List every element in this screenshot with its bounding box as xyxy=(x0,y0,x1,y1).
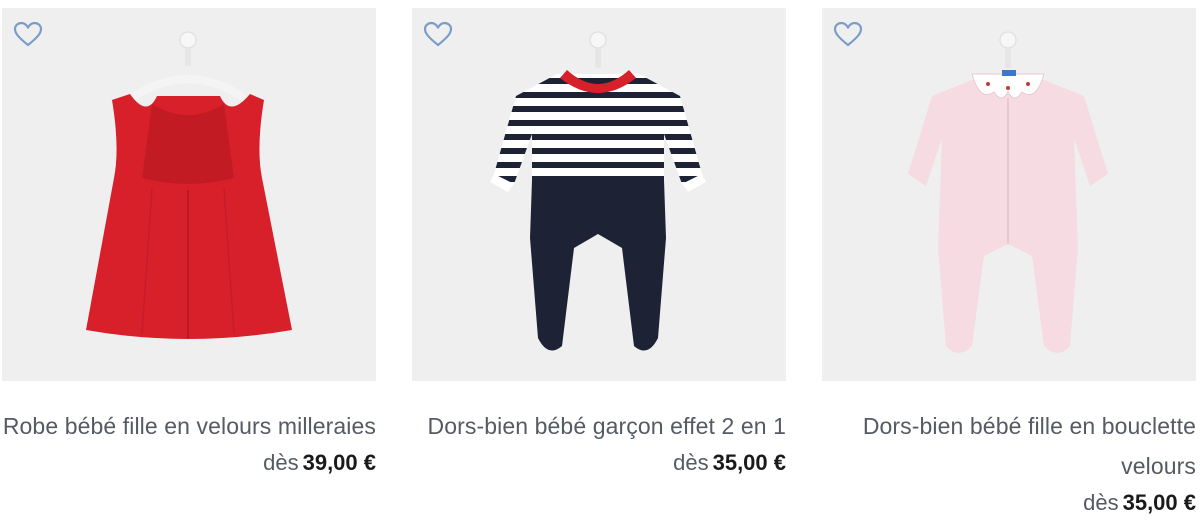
product-image[interactable] xyxy=(412,8,786,381)
product-image[interactable] xyxy=(2,8,376,381)
price-prefix: dès xyxy=(673,450,709,475)
price-amount: 35,00 € xyxy=(1122,490,1196,515)
heart-outline-icon[interactable] xyxy=(12,20,44,48)
price-amount: 35,00 € xyxy=(712,450,786,475)
heart-outline-icon[interactable] xyxy=(832,20,864,48)
heart-outline-icon[interactable] xyxy=(422,20,454,48)
red-dress-image xyxy=(86,31,292,339)
product-name[interactable]: Dors-bien bébé fille en bouclette velour… xyxy=(822,406,1196,486)
product-card[interactable]: Dors-bien bébé garçon effet 2 en 1 dès 35… xyxy=(412,8,786,480)
product-price: dès 39,00 € xyxy=(2,446,376,480)
product-card[interactable]: Dors-bien bébé fille en bouclette velour… xyxy=(822,8,1196,520)
striped-sleepsuit-image xyxy=(490,31,706,351)
product-price: dès 35,00 € xyxy=(822,486,1196,520)
product-image[interactable] xyxy=(822,8,1196,381)
price-amount: 39,00 € xyxy=(302,450,376,475)
product-grid: Robe bébé fille en velours milleraies dè… xyxy=(0,0,1200,524)
product-name[interactable]: Robe bébé fille en velours milleraies xyxy=(2,406,376,446)
product-name[interactable]: Dors-bien bébé garçon effet 2 en 1 xyxy=(412,406,786,446)
price-prefix: dès xyxy=(1083,490,1119,515)
product-price: dès 35,00 € xyxy=(412,446,786,480)
price-prefix: dès xyxy=(263,450,299,475)
pink-sleepsuit-image xyxy=(908,31,1108,353)
product-card[interactable]: Robe bébé fille en velours milleraies dè… xyxy=(2,8,376,480)
